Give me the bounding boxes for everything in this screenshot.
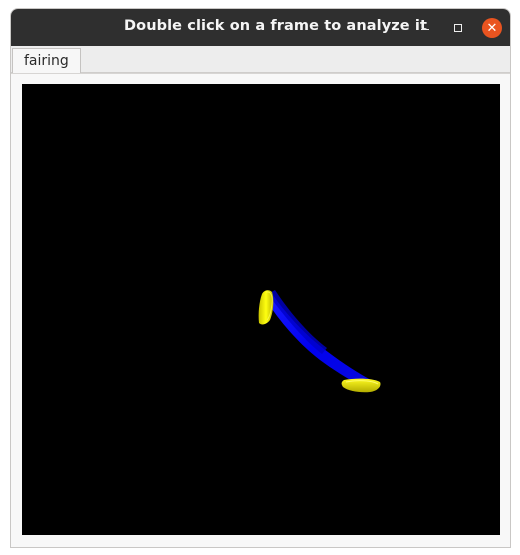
close-button[interactable]: ✕ [482,18,502,38]
fairing-bottom-cap [341,378,381,393]
app-window: Double click on a frame to analyze it ✕ … [10,8,511,548]
fairing-body [266,290,379,388]
fairing-top-cap [258,290,274,325]
title-bar[interactable]: Double click on a frame to analyze it ✕ [11,9,510,46]
tab-fairing[interactable]: fairing [12,48,81,74]
close-icon: ✕ [486,20,498,36]
tab-bar: fairing [11,46,510,74]
tab-panel [11,73,510,547]
3d-viewport[interactable] [22,84,500,535]
fairing-render [258,290,381,393]
minimize-button[interactable] [415,18,435,38]
maximize-icon [454,24,462,32]
window-title: Double click on a frame to analyze it [124,18,427,34]
minimize-icon [421,28,429,31]
maximize-button[interactable] [448,18,468,38]
